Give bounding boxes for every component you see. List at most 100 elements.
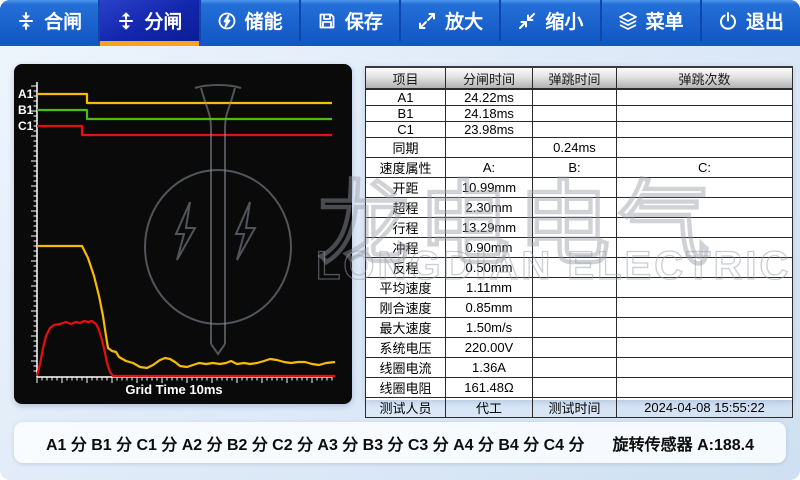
phase-status-item: C2 分	[272, 431, 313, 455]
table-row: 线圈电阻161.48Ω	[366, 378, 793, 398]
table-cell: 0.50mm	[446, 258, 533, 278]
phase-status-item: B2 分	[227, 431, 268, 455]
table-cell	[533, 198, 617, 218]
table-row: 超程2.30mm	[366, 198, 793, 218]
tab-exit[interactable]: 退出	[700, 0, 800, 41]
table-cell: 10.99mm	[446, 178, 533, 198]
phase-status-item: B3 分	[363, 431, 404, 455]
table-cell: C:	[617, 158, 793, 178]
table-cell: 代工	[446, 398, 533, 418]
tab-label: 储能	[245, 7, 283, 34]
phase-status-item: A3 分	[317, 431, 358, 455]
phase-status-item: B1 分	[91, 431, 132, 455]
table-cell	[533, 218, 617, 238]
table-cell: A:	[446, 158, 533, 178]
table-cell	[617, 338, 793, 358]
table-cell: 2024-04-08 15:55:22	[617, 398, 793, 418]
tab-close-switch[interactable]: 合闸	[0, 0, 98, 41]
table-row: 最大速度1.50m/s	[366, 318, 793, 338]
table-cell	[533, 89, 617, 106]
table-row: 冲程0.90mm	[366, 238, 793, 258]
status-bar: A1 分B1 分C1 分A2 分B2 分C2 分A3 分B3 分C3 分A4 分…	[14, 422, 786, 463]
table-cell	[617, 122, 793, 138]
table-cell	[617, 258, 793, 278]
phase-status-item: A4 分	[453, 431, 494, 455]
B1-contact-timing	[37, 110, 332, 119]
table-cell	[617, 106, 793, 122]
measurement-table: 项目分闸时间弹跳时间弹跳次数 A124.22msB124.18msC123.98…	[365, 66, 793, 418]
channel-label: B1	[18, 103, 34, 117]
tab-label: 菜单	[646, 7, 684, 34]
tab-zoom-in[interactable]: 放大	[399, 0, 499, 41]
tab-label: 缩小	[545, 7, 583, 34]
table-cell: 1.36A	[446, 358, 533, 378]
table-header-cell: 项目	[366, 67, 446, 89]
table-cell: C1	[366, 122, 446, 138]
table-cell	[533, 106, 617, 122]
table-cell	[533, 338, 617, 358]
table-cell: A1	[366, 89, 446, 106]
table-cell	[533, 258, 617, 278]
table-cell: B:	[533, 158, 617, 178]
tab-menu[interactable]: 菜单	[600, 0, 700, 41]
table-cell: 161.48Ω	[446, 378, 533, 398]
table-row: 刚合速度0.85mm	[366, 298, 793, 318]
table-cell: 刚合速度	[366, 298, 446, 318]
close-switch-icon	[16, 11, 36, 31]
table-cell: 24.18ms	[446, 106, 533, 122]
zoom-in-icon	[417, 11, 437, 31]
rotation-sensor-readout: 旋转传感器 A:188.4	[613, 431, 754, 455]
tab-open-switch[interactable]: 分闸	[98, 0, 198, 41]
power-icon	[718, 11, 738, 31]
waveform-chart-panel: A1B1C1Grid Time 10ms	[14, 64, 352, 404]
table-cell: 220.00V	[446, 338, 533, 358]
table-row: 线圈电流1.36A	[366, 358, 793, 378]
table-row: 同期0.24ms	[366, 138, 793, 158]
toolbar: 合闸 分闸 储能 保存	[0, 0, 800, 46]
table-cell	[617, 378, 793, 398]
table-row: C123.98ms	[366, 122, 793, 138]
table-cell: 反程	[366, 258, 446, 278]
table-cell: 冲程	[366, 238, 446, 258]
measurement-table-panel: 项目分闸时间弹跳时间弹跳次数 A124.22msB124.18msC123.98…	[365, 66, 792, 400]
table-cell	[617, 298, 793, 318]
table-cell	[617, 89, 793, 106]
tab-label: 分闸	[144, 7, 182, 34]
table-row: 开距10.99mm	[366, 178, 793, 198]
table-row: B124.18ms	[366, 106, 793, 122]
table-cell: 13.29mm	[446, 218, 533, 238]
table-cell	[533, 318, 617, 338]
table-cell: 24.22ms	[446, 89, 533, 106]
table-row: 速度属性A:B:C:	[366, 158, 793, 178]
phase-status-item: C3 分	[408, 431, 449, 455]
table-row: 测试人员代工测试时间2024-04-08 15:55:22	[366, 398, 793, 418]
table-cell	[617, 358, 793, 378]
table-row: 行程13.29mm	[366, 218, 793, 238]
table-header-cell: 分闸时间	[446, 67, 533, 89]
status-items: A1 分B1 分C1 分A2 分B2 分C2 分A3 分B3 分C3 分A4 分…	[46, 431, 585, 455]
table-cell: 23.98ms	[446, 122, 533, 138]
table-cell	[533, 358, 617, 378]
C1-contact-timing	[37, 126, 332, 135]
table-row: 反程0.50mm	[366, 258, 793, 278]
table-cell	[533, 122, 617, 138]
table-cell: 系统电压	[366, 338, 446, 358]
phase-status-item: A2 分	[182, 431, 223, 455]
table-cell	[617, 198, 793, 218]
table-cell: 最大速度	[366, 318, 446, 338]
menu-icon	[618, 11, 638, 31]
tab-zoom-out[interactable]: 缩小	[499, 0, 599, 41]
table-cell	[617, 218, 793, 238]
table-cell: 0.90mm	[446, 238, 533, 258]
table-header-cell: 弹跳次数	[617, 67, 793, 89]
tab-energy-storage[interactable]: 储能	[199, 0, 299, 41]
table-cell	[533, 278, 617, 298]
table-body: A124.22msB124.18msC123.98ms同期0.24ms速度属性A…	[366, 89, 793, 418]
table-cell: 测试时间	[533, 398, 617, 418]
table-cell	[533, 238, 617, 258]
table-cell	[617, 238, 793, 258]
table-cell	[617, 178, 793, 198]
tab-save[interactable]: 保存	[299, 0, 399, 41]
table-cell	[533, 178, 617, 198]
phase-status-item: C4 分	[544, 431, 585, 455]
